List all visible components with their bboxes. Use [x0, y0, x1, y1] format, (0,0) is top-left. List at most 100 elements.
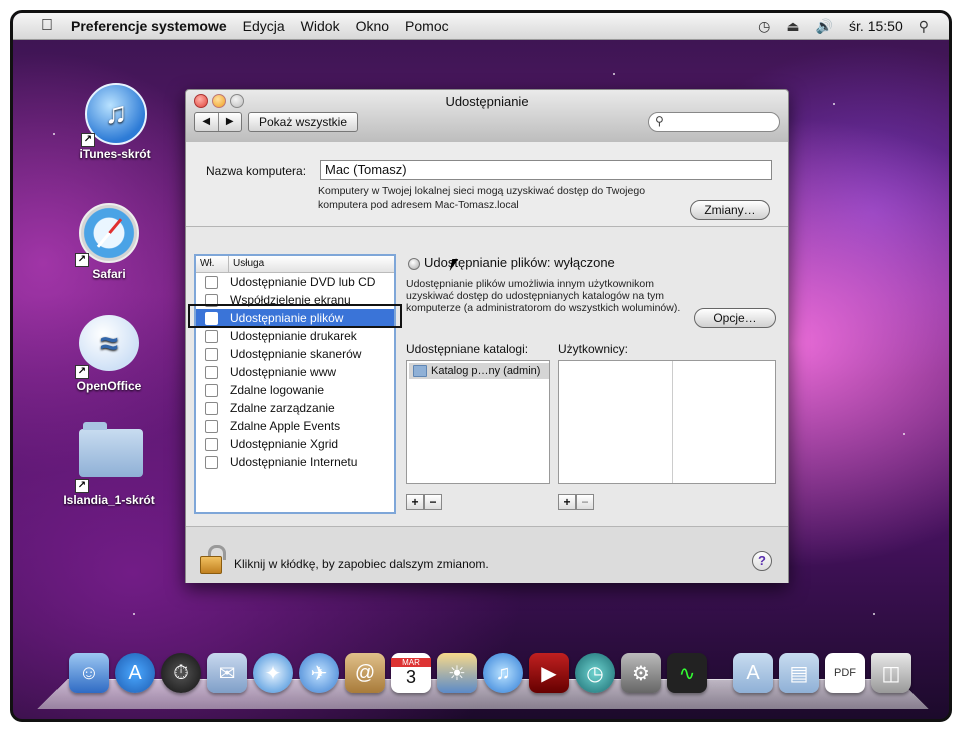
star — [613, 73, 615, 75]
search-field[interactable]: ⚲ — [648, 112, 780, 132]
service-row[interactable]: Udostępnianie drukarek — [196, 327, 394, 345]
lock-instructions: Kliknij w kłódkę, by zapobiec dalszym zm… — [234, 557, 489, 571]
shared-folder-icon — [413, 365, 427, 377]
service-label: Udostępnianie drukarek — [230, 329, 357, 343]
safari-icon[interactable]: ✦ — [253, 653, 293, 693]
users-list[interactable] — [558, 360, 776, 484]
service-checkbox[interactable] — [205, 365, 218, 379]
service-checkbox[interactable] — [205, 383, 218, 397]
service-label: Udostępnianie Internetu — [230, 455, 358, 469]
documents-folder-icon[interactable]: ▤ — [779, 653, 819, 693]
desktop-icon-label: iTunes-skrót — [79, 147, 151, 161]
volume-icon[interactable]: 🔊 — [816, 18, 833, 35]
service-checkbox[interactable] — [205, 347, 218, 361]
service-checkbox[interactable] — [205, 419, 218, 433]
star — [53, 133, 55, 135]
folder-icon — [79, 422, 143, 477]
service-checkbox[interactable] — [205, 455, 218, 469]
forward-arrow-icon[interactable]: ▶ — [219, 113, 242, 131]
iphoto-icon[interactable]: ☀ — [437, 653, 477, 693]
service-row[interactable]: Udostępnianie Internetu — [196, 453, 394, 471]
computer-name-description: Komputery w Twojej lokalnej sieci mogą u… — [318, 185, 646, 211]
service-checkbox[interactable] — [205, 437, 218, 451]
service-row[interactable]: Zdalne logowanie — [196, 381, 394, 399]
time-machine-menu-icon[interactable]: ◷ — [758, 18, 770, 35]
service-row[interactable]: Zdalne Apple Events — [196, 417, 394, 435]
mail-icon[interactable]: ✉ — [207, 653, 247, 693]
service-row[interactable]: Udostępnianie Xgrid — [196, 435, 394, 453]
desktop-icon-safari[interactable]: ↗ Safari — [59, 203, 159, 281]
add-user-button[interactable]: + — [558, 494, 576, 510]
itunes-icon[interactable]: ♫ — [483, 653, 523, 693]
add-folder-button[interactable]: + — [406, 494, 424, 510]
header-service: Usługa — [233, 258, 265, 269]
dock: ☺ A ⏱ ✉ ✦ ✈ @ MAR 3 ☀ ♫ ▶ ◷ ⚙ ∿ A ▤ PDF ◫ — [37, 647, 929, 711]
desktop-icon-islandia[interactable]: ↗ Islandia_1-skrót — [59, 421, 159, 507]
address-book-icon[interactable]: @ — [345, 653, 385, 693]
shared-folder-item[interactable]: Katalog p…ny (admin) — [409, 363, 549, 379]
shared-folder-label: Katalog p…ny (admin) — [431, 365, 541, 377]
window-title: Udostępnianie — [445, 94, 529, 109]
back-arrow-icon[interactable]: ◀ — [195, 113, 219, 131]
trash-icon[interactable]: ◫ — [871, 653, 911, 693]
options-button[interactable]: Opcje… — [694, 308, 776, 328]
service-checkbox[interactable] — [205, 275, 218, 289]
users-column-divider — [672, 361, 673, 483]
menu-extras: ◷ ⏏ 🔊 śr. 15:50 ⚲ — [758, 13, 929, 39]
time-machine-icon[interactable]: ◷ — [575, 653, 615, 693]
eject-icon[interactable]: ⏏ — [786, 18, 799, 35]
service-row[interactable]: Udostępnianie DVD lub CD — [196, 273, 394, 291]
activity-monitor-icon[interactable]: ∿ — [667, 653, 707, 693]
service-label: Zdalne zarządzanie — [230, 401, 335, 415]
menu-help[interactable]: Pomoc — [405, 18, 449, 34]
service-row[interactable]: Udostępnianie skanerów — [196, 345, 394, 363]
finder-icon[interactable]: ☺ — [69, 653, 109, 693]
apple-menu-icon[interactable]:  — [39, 17, 55, 35]
menu-clock[interactable]: śr. 15:50 — [849, 18, 903, 34]
screen-frame:  Preferencje systemowe Edycja Widok Okn… — [10, 10, 952, 722]
menu-bar:  Preferencje systemowe Edycja Widok Okn… — [13, 13, 949, 40]
service-checkbox[interactable] — [205, 329, 218, 343]
change-name-button[interactable]: Zmiany… — [690, 200, 770, 220]
applications-folder-icon[interactable]: A — [733, 653, 773, 693]
shared-folders-list[interactable]: Katalog p…ny (admin) — [406, 360, 550, 484]
ical-icon[interactable]: MAR 3 — [391, 653, 431, 693]
service-row[interactable]: Zdalne zarządzanie — [196, 399, 394, 417]
dashboard-icon[interactable]: ⏱ — [161, 653, 201, 693]
ichat-icon[interactable]: ✈ — [299, 653, 339, 693]
lock-open-icon[interactable] — [200, 545, 226, 574]
service-checkbox[interactable] — [205, 401, 218, 415]
front-row-icon[interactable]: ▶ — [529, 653, 569, 693]
shared-folders-label: Udostępniane katalogi: — [406, 342, 529, 356]
remove-user-button[interactable]: − — [576, 494, 594, 510]
service-label: Udostępnianie Xgrid — [230, 437, 339, 451]
star — [903, 433, 905, 435]
computer-name-section: Nazwa komputera: Mac (Tomasz) Komputery … — [186, 142, 788, 227]
shared-folders-add-remove: + − — [406, 494, 442, 510]
service-label: Udostępnianie skanerów — [230, 347, 362, 361]
alias-arrow-icon: ↗ — [81, 133, 95, 147]
ical-day: 3 — [405, 667, 416, 687]
menu-view[interactable]: Widok — [301, 18, 340, 34]
ical-month: MAR — [391, 658, 431, 667]
menu-app-name[interactable]: Preferencje systemowe — [71, 18, 227, 34]
desktop-icon-itunes[interactable]: ♫ ↗ iTunes-skrót — [65, 83, 165, 161]
desktop-icon-label: Safari — [92, 267, 126, 281]
back-forward-buttons: ◀ ▶ — [194, 112, 242, 132]
desktop-icon-openoffice[interactable]: ≈ ↗ OpenOffice — [59, 315, 159, 393]
spotlight-search-icon[interactable]: ⚲ — [919, 18, 929, 35]
app-store-icon[interactable]: A — [115, 653, 155, 693]
computer-name-label: Nazwa komputera: — [206, 164, 307, 178]
alias-arrow-icon: ↗ — [75, 253, 89, 267]
remove-folder-button[interactable]: − — [424, 494, 442, 510]
pdf-document-icon[interactable]: PDF — [825, 653, 865, 693]
menu-window[interactable]: Okno — [356, 18, 389, 34]
window-titlebar: Udostępnianie ◀ ▶ Pokaż wszystkie ⚲ — [186, 90, 788, 143]
computer-name-input[interactable]: Mac (Tomasz) — [320, 160, 772, 180]
help-button[interactable]: ? — [752, 551, 772, 571]
service-row[interactable]: Udostępnianie www — [196, 363, 394, 381]
system-preferences-icon[interactable]: ⚙ — [621, 653, 661, 693]
menu-edit[interactable]: Edycja — [243, 18, 285, 34]
openoffice-gulls-icon: ≈ — [79, 315, 139, 371]
show-all-button[interactable]: Pokaż wszystkie — [248, 112, 359, 132]
